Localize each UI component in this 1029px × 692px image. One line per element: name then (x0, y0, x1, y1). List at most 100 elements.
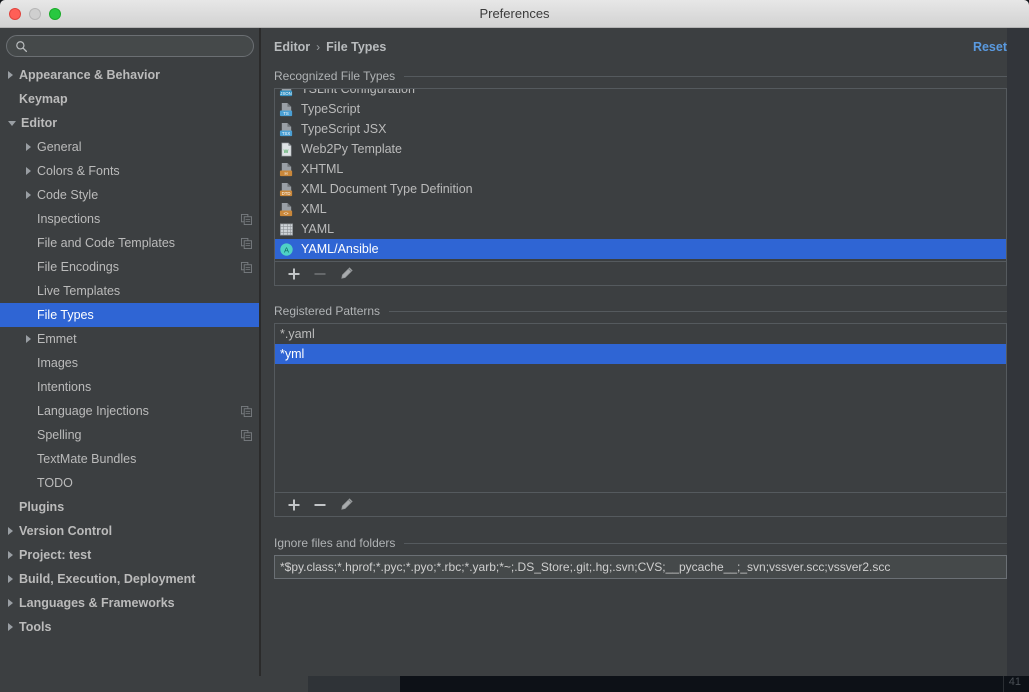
sidebar-item-todo[interactable]: TODO (0, 471, 260, 495)
sidebar-item-editor[interactable]: Editor (0, 111, 260, 135)
pattern-row[interactable]: *yml (275, 344, 1006, 364)
file-type-row[interactable]: YAML (275, 219, 1006, 239)
file-type-row[interactable]: JSON TSLint Configuration (275, 89, 1006, 99)
chevron-right-icon[interactable] (8, 575, 13, 583)
sidebar-item-spelling[interactable]: Spelling (0, 423, 260, 447)
file-type-row[interactable]: TSX TypeScript JSX (275, 119, 1006, 139)
preferences-dialog: Preferences Appearance & Behavior Keymap E… (0, 0, 1029, 676)
chevron-right-icon[interactable] (8, 527, 13, 535)
sidebar-item-file-and-code-templates[interactable]: File and Code Templates (0, 231, 260, 255)
background-mid-panel (308, 676, 400, 692)
chevron-right-icon[interactable] (8, 71, 13, 79)
remove-file-type-button[interactable] (307, 263, 333, 285)
sidebar-item-label: Appearance & Behavior (19, 68, 161, 82)
sidebar-item-colors-fonts[interactable]: Colors & Fonts (0, 159, 260, 183)
search-box[interactable] (6, 35, 254, 57)
xhtml-file-icon: H (279, 162, 293, 176)
sidebar-item-general[interactable]: General (0, 135, 260, 159)
sidebar-item-languages-frameworks[interactable]: Languages & Frameworks (0, 591, 260, 615)
ignore-files-input[interactable] (280, 560, 1001, 574)
ignore-files-label: Ignore files and folders (274, 536, 396, 550)
breadcrumb-parent[interactable]: Editor (274, 40, 310, 54)
registered-patterns-header: Registered Patterns (274, 304, 1007, 318)
sidebar-item-code-style[interactable]: Code Style (0, 183, 260, 207)
plus-icon (288, 499, 300, 510)
edit-pencil-icon (340, 267, 353, 279)
ansible-file-icon: A (280, 242, 293, 256)
registered-patterns-list[interactable]: *.yaml *yml (275, 324, 1006, 492)
ignore-files-field[interactable] (274, 555, 1007, 579)
svg-text:w: w (283, 147, 289, 154)
section-rule (404, 542, 1007, 544)
file-type-label: TypeScript JSX (301, 122, 387, 136)
sidebar-item-build-execution-deployment[interactable]: Build, Execution, Deployment (0, 567, 260, 591)
sidebar-item-emmet[interactable]: Emmet (0, 327, 260, 351)
sidebar-item-label: Editor (21, 116, 58, 130)
file-type-label: XML (301, 202, 327, 216)
sidebar-item-images[interactable]: Images (0, 351, 260, 375)
chevron-right-icon[interactable] (8, 551, 13, 559)
registered-patterns-label: Registered Patterns (274, 304, 381, 318)
file-type-row[interactable]: DTD XML Document Type Definition (275, 179, 1006, 199)
add-pattern-button[interactable] (281, 494, 307, 516)
search-input[interactable] (33, 39, 245, 53)
sidebar-item-project-test[interactable]: Project: test (0, 543, 260, 567)
remove-pattern-button[interactable] (307, 494, 333, 516)
chevron-right-icon[interactable] (26, 335, 31, 343)
file-type-row[interactable]: A YAML/Ansible (275, 239, 1006, 259)
edit-file-type-button[interactable] (333, 263, 359, 285)
sidebar-item-textmate-bundles[interactable]: TextMate Bundles (0, 447, 260, 471)
minus-icon (314, 272, 326, 275)
patterns-toolbar (274, 493, 1007, 517)
chevron-right-icon[interactable] (8, 599, 13, 607)
file-type-row[interactable]: w Web2Py Template (275, 139, 1006, 159)
file-type-row[interactable]: <> XML (275, 199, 1006, 219)
sidebar-item-plugins[interactable]: Plugins (0, 495, 260, 519)
sidebar-item-label: General (37, 140, 82, 154)
chevron-right-icon[interactable] (8, 623, 13, 631)
add-file-type-button[interactable] (281, 263, 307, 285)
xml-file-icon: <> (279, 202, 293, 216)
recognized-file-types-list[interactable]: JSON TSLint Configuration TS TypeScript TSX T… (275, 89, 1006, 261)
settings-tree[interactable]: Appearance & Behavior Keymap Editor General… (0, 63, 260, 676)
svg-text:JSON: JSON (280, 90, 291, 95)
edit-pencil-icon (340, 498, 353, 510)
sidebar-item-label: Intentions (37, 380, 92, 394)
sidebar-item-keymap[interactable]: Keymap (0, 87, 260, 111)
sidebar-item-file-types[interactable]: File Types (0, 303, 260, 327)
background-left-panel (0, 676, 308, 692)
file-type-row[interactable]: TS TypeScript (275, 99, 1006, 119)
sidebar-item-appearance-behavior[interactable]: Appearance & Behavior (0, 63, 260, 87)
chevron-right-icon[interactable] (26, 191, 31, 199)
duplicate-settings-icon (241, 213, 252, 225)
sidebar-item-label: TextMate Bundles (37, 452, 137, 466)
reset-link[interactable]: Reset (973, 40, 1007, 54)
background-divider (1003, 676, 1004, 692)
sidebar-item-language-injections[interactable]: Language Injections (0, 399, 260, 423)
sidebar-item-label: TODO (37, 476, 73, 490)
sidebar-item-label: Build, Execution, Deployment (19, 572, 196, 586)
edit-pattern-button[interactable] (333, 494, 359, 516)
sidebar-item-version-control[interactable]: Version Control (0, 519, 260, 543)
sidebar-item-file-encodings[interactable]: File Encodings (0, 255, 260, 279)
ignore-files-header: Ignore files and folders (274, 536, 1007, 550)
sidebar-item-label: Spelling (37, 428, 82, 442)
tsx-file-icon: TSX (279, 122, 293, 136)
sidebar-item-label: Languages & Frameworks (19, 596, 175, 610)
yaml-file-icon (280, 223, 293, 235)
chevron-right-icon[interactable] (26, 143, 31, 151)
duplicate-settings-icon (241, 429, 252, 441)
chevron-right-icon[interactable] (26, 167, 31, 175)
sidebar-item-tools[interactable]: Tools (0, 615, 260, 639)
sidebar-item-label: Tools (19, 620, 52, 634)
sidebar-item-live-templates[interactable]: Live Templates (0, 279, 260, 303)
dialog-body: Appearance & Behavior Keymap Editor General… (0, 28, 1029, 676)
chevron-down-icon[interactable] (8, 120, 16, 126)
sidebar-item-intentions[interactable]: Intentions (0, 375, 260, 399)
pattern-row[interactable]: *.yaml (275, 324, 1006, 344)
sidebar-item-inspections[interactable]: Inspections (0, 207, 260, 231)
file-type-label: XHTML (301, 162, 344, 176)
sidebar-item-label: Keymap (19, 92, 68, 106)
file-type-row[interactable]: H XHTML (275, 159, 1006, 179)
svg-text:A: A (284, 245, 289, 254)
